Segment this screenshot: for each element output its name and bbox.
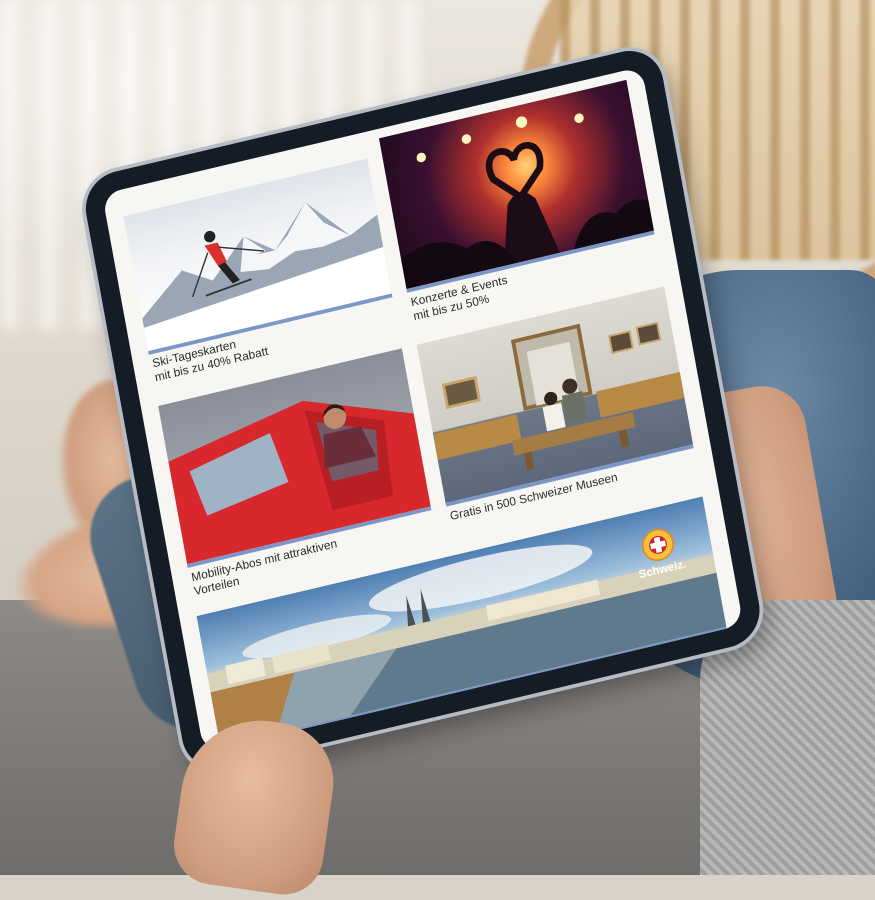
concert-photo xyxy=(378,79,655,293)
offer-tile-museum[interactable]: Gratis in 500 Schweizer Museen xyxy=(416,286,700,540)
offer-tile-concert[interactable]: Konzerte & Events mit bis zu 50% xyxy=(378,79,661,330)
swiss-flower-icon xyxy=(639,525,677,565)
offer-tile-mobility[interactable]: Mobility-Abos mit attraktiven Vorteilen xyxy=(158,348,437,601)
ski-scene xyxy=(142,202,392,352)
mobility-photo xyxy=(158,348,432,568)
ski-photo xyxy=(123,158,393,355)
tablet-screen: Ski-Tageskarten mit bis zu 40% Rabatt Ko… xyxy=(102,66,744,753)
offer-tile-ski[interactable]: Ski-Tageskarten mit bis zu 40% Rabatt xyxy=(123,158,400,391)
concert-scene xyxy=(401,113,654,290)
